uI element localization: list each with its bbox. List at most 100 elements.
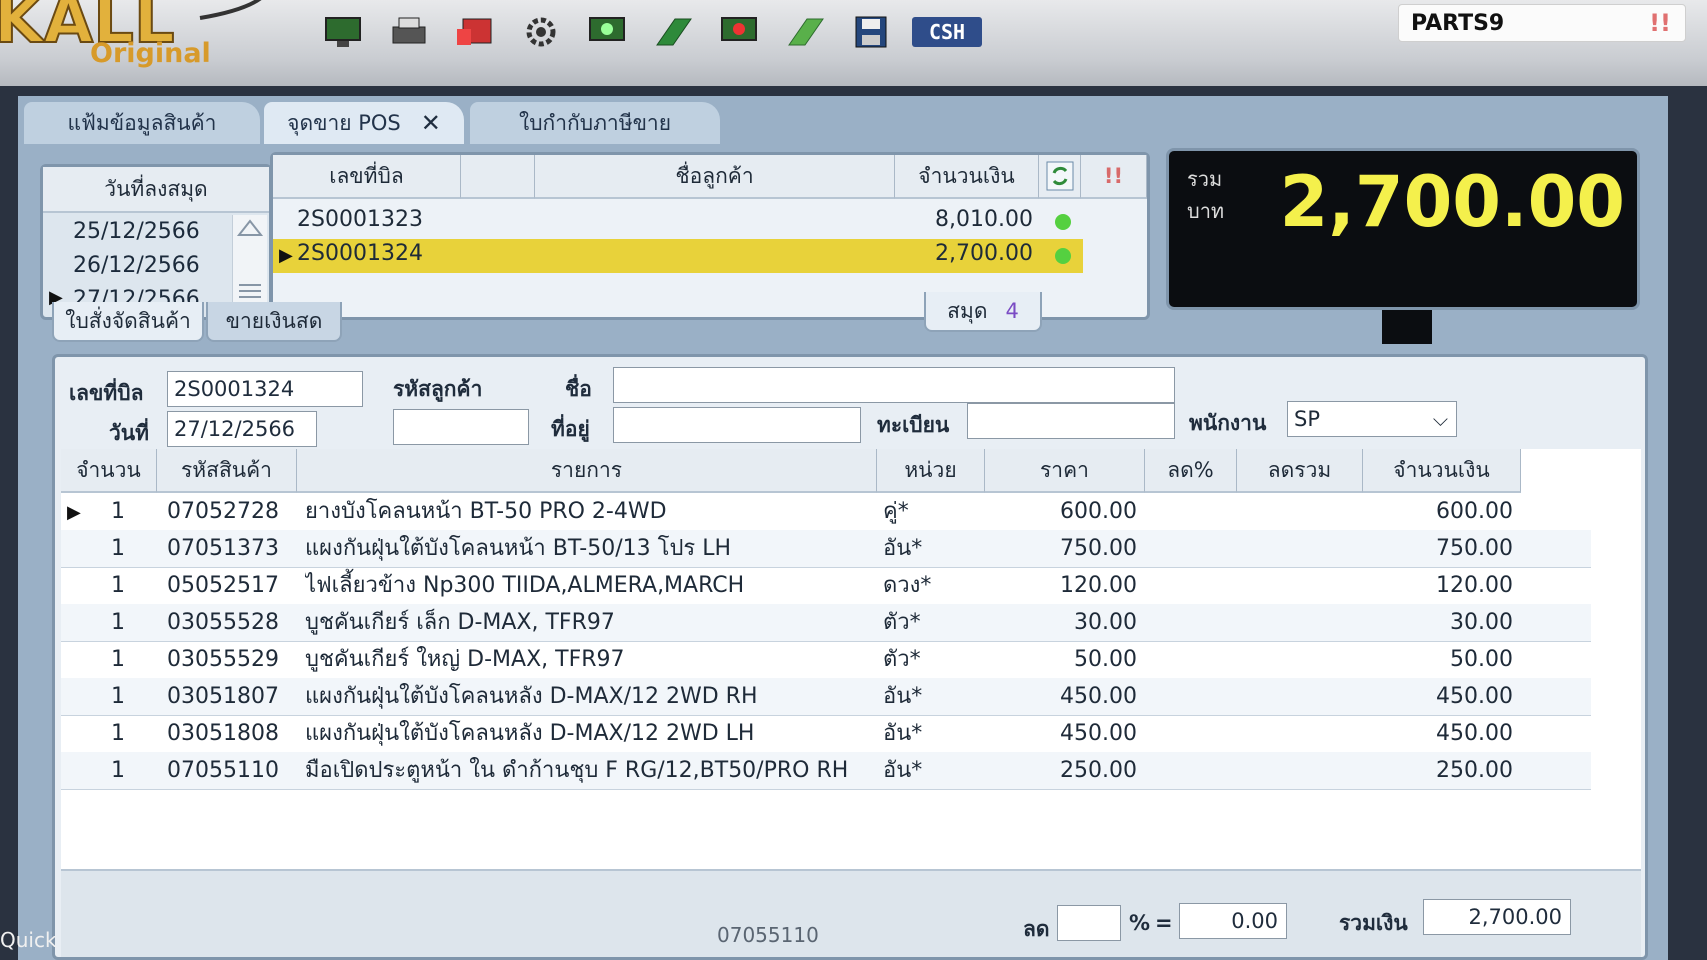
customer-header[interactable]: ชื่อลูกค้า bbox=[535, 155, 895, 199]
table-row[interactable]: ▶ 1 07052728 ยางบังโคลนหน้า BT-50 PRO 2-… bbox=[61, 493, 1591, 531]
item-amount: 250.00 bbox=[1436, 758, 1513, 783]
alert-icon[interactable]: !! bbox=[1081, 155, 1147, 199]
date-row[interactable]: 26/12/2566 bbox=[73, 253, 200, 278]
item-code: 07052728 bbox=[167, 499, 279, 524]
tab-product-file[interactable]: แฟ้มข้อมูลสินค้า bbox=[24, 102, 260, 144]
bill-row-selected[interactable]: ▶ 2S0001324 2,700.00 bbox=[273, 239, 1083, 273]
toolbar-buttons: CSH bbox=[318, 6, 982, 58]
staff-label: พนักงาน bbox=[1189, 411, 1267, 435]
monitor-remove-icon[interactable] bbox=[714, 9, 764, 55]
item-code: 07051373 bbox=[167, 536, 279, 561]
bill-no: 2S0001324 bbox=[297, 241, 423, 266]
item-code: 03055529 bbox=[167, 647, 279, 672]
table-row[interactable]: 1 07051373 แผงกันฝุ่นใต้บังโคลนหน้า BT-5… bbox=[61, 530, 1591, 568]
table-row[interactable]: 1 07055110 มือเปิดประตูหน้า ใน ดำก้านชุบ… bbox=[61, 752, 1591, 790]
discount-pct-field[interactable] bbox=[1057, 905, 1121, 941]
date-label: วันที่ bbox=[109, 421, 149, 445]
qty-header[interactable]: จำนวน bbox=[61, 449, 157, 493]
item-amount: 120.00 bbox=[1436, 573, 1513, 598]
green-tag-icon[interactable] bbox=[648, 9, 698, 55]
discount-pct-header[interactable]: ลด% bbox=[1145, 449, 1237, 493]
pos-window: แฟ้มข้อมูลสินค้า จุดขาย POS ✕ ใบกำกับภาษ… bbox=[18, 96, 1668, 960]
save-icon[interactable] bbox=[846, 9, 896, 55]
tab-cash-sale[interactable]: ขายเงินสด bbox=[206, 302, 342, 342]
bill-no-field[interactable]: 2S0001324 bbox=[167, 371, 363, 407]
item-qty: 1 bbox=[111, 758, 125, 783]
item-discount-total bbox=[1237, 604, 1355, 641]
item-qty: 1 bbox=[111, 647, 125, 672]
item-description: ไฟเลี้ยวข้าง Np300 TIIDA,ALMERA,MARCH bbox=[305, 573, 745, 598]
row-pointer-icon: ▶ bbox=[67, 502, 81, 523]
item-description: แผงกันฝุ่นใต้บังโคลนหน้า BT-50/13 โปร LH bbox=[305, 536, 732, 561]
logo-subtitle: Original bbox=[90, 38, 211, 69]
gear-icon[interactable] bbox=[516, 9, 566, 55]
refresh-icon[interactable] bbox=[1039, 155, 1081, 199]
item-description: บูชคันเกียร์ เล็ก D-MAX, TFR97 bbox=[305, 610, 615, 635]
printer-icon[interactable] bbox=[384, 9, 434, 55]
table-row[interactable]: 1 03055529 บูชคันเกียร์ ใหญ่ D-MAX, TFR9… bbox=[61, 641, 1591, 679]
item-unit: ดวง* bbox=[883, 573, 932, 598]
monitor-add-icon[interactable] bbox=[582, 9, 632, 55]
tab-pick-order[interactable]: ใบสั่งจัดสินค้า bbox=[52, 302, 204, 342]
registration-field[interactable] bbox=[967, 403, 1175, 439]
item-unit: อัน* bbox=[883, 721, 923, 746]
user-alert-icon[interactable]: !! bbox=[1649, 9, 1671, 37]
date-row[interactable]: 25/12/2566 bbox=[73, 219, 200, 244]
discount-total-header[interactable]: ลดรวม bbox=[1237, 449, 1363, 493]
tab-tax-invoice[interactable]: ใบกำกับภาษีขาย bbox=[470, 102, 720, 144]
registration-label: ทะเบียน bbox=[877, 413, 950, 437]
name-label: ชื่อ bbox=[565, 377, 592, 401]
amount-header[interactable]: จำนวนเงิน bbox=[1363, 449, 1521, 493]
discount-label: ลด bbox=[1023, 917, 1050, 941]
close-icon[interactable]: ✕ bbox=[421, 109, 441, 137]
item-discount-pct bbox=[1145, 567, 1229, 604]
item-price: 50.00 bbox=[1074, 647, 1137, 672]
table-row[interactable]: 1 05052517 ไฟเลี้ยวข้าง Np300 TIIDA,ALME… bbox=[61, 567, 1591, 605]
item-discount-pct bbox=[1145, 641, 1229, 678]
monitor-icon[interactable] bbox=[318, 9, 368, 55]
unit-header[interactable]: หน่วย bbox=[877, 449, 985, 493]
name-field[interactable] bbox=[613, 367, 1175, 403]
price-header[interactable]: ราคา bbox=[985, 449, 1145, 493]
item-unit: คู่* bbox=[883, 499, 909, 524]
item-discount-total bbox=[1237, 493, 1355, 530]
item-description: แผงกันฝุ่นใต้บังโคลนหลัง D-MAX/12 2WD LH bbox=[305, 721, 755, 746]
item-discount-total bbox=[1237, 530, 1355, 567]
item-discount-total bbox=[1237, 567, 1355, 604]
item-description: บูชคันเกียร์ ใหญ่ D-MAX, TFR97 bbox=[305, 647, 625, 672]
green-tag-edit-icon[interactable] bbox=[780, 9, 830, 55]
customer-code-field[interactable] bbox=[393, 409, 529, 445]
item-amount: 750.00 bbox=[1436, 536, 1513, 561]
staff-select[interactable]: SP ⌵ bbox=[1287, 401, 1457, 437]
date-field[interactable]: 27/12/2566 bbox=[167, 411, 317, 447]
item-discount-pct bbox=[1145, 752, 1229, 789]
card-reader-icon[interactable] bbox=[450, 9, 500, 55]
tab-pos[interactable]: จุดขาย POS ✕ bbox=[264, 102, 464, 144]
item-unit: ตัว* bbox=[883, 647, 921, 672]
quick-label[interactable]: Quick bbox=[0, 928, 57, 952]
items-table: จำนวน รหัสสินค้า รายการ หน่วย ราคา ลด% ล… bbox=[61, 449, 1641, 869]
discount-amount-field[interactable]: 0.00 bbox=[1179, 903, 1287, 939]
table-row[interactable]: 1 03051808 แผงกันฝุ่นใต้บังโคลนหลัง D-MA… bbox=[61, 715, 1591, 753]
date-list: วันที่ลงสมุด 25/12/2566 26/12/2566 ▶ 27/… bbox=[40, 164, 272, 320]
table-row[interactable]: 1 03055528 บูชคันเกียร์ เล็ก D-MAX, TFR9… bbox=[61, 604, 1591, 642]
item-price: 600.00 bbox=[1060, 499, 1137, 524]
total-amount: 2,700.00 bbox=[1279, 161, 1625, 243]
table-row[interactable]: 1 03051807 แผงกันฝุ่นใต้บังโคลนหลัง D-MA… bbox=[61, 678, 1591, 716]
date-scrollbar[interactable] bbox=[232, 215, 267, 311]
amount-header[interactable]: จำนวนเงิน bbox=[895, 155, 1039, 199]
item-qty: 1 bbox=[111, 721, 125, 746]
address-field[interactable] bbox=[613, 407, 861, 443]
item-discount-pct bbox=[1145, 715, 1229, 752]
description-header[interactable]: รายการ bbox=[297, 449, 877, 493]
customer-code-label: รหัสลูกค้า bbox=[393, 377, 483, 401]
code-header[interactable]: รหัสสินค้า bbox=[157, 449, 297, 493]
bill-row[interactable]: 2S0001323 8,010.00 bbox=[273, 205, 1083, 239]
item-code: 03051807 bbox=[167, 684, 279, 709]
bill-no-header[interactable]: เลขที่บิล bbox=[273, 155, 461, 199]
percent-sign: % bbox=[1129, 911, 1151, 935]
csh-button[interactable]: CSH bbox=[912, 17, 982, 47]
item-discount-pct bbox=[1145, 493, 1229, 530]
book-indicator[interactable]: สมุด 4 bbox=[924, 292, 1042, 332]
item-discount-total bbox=[1237, 715, 1355, 752]
